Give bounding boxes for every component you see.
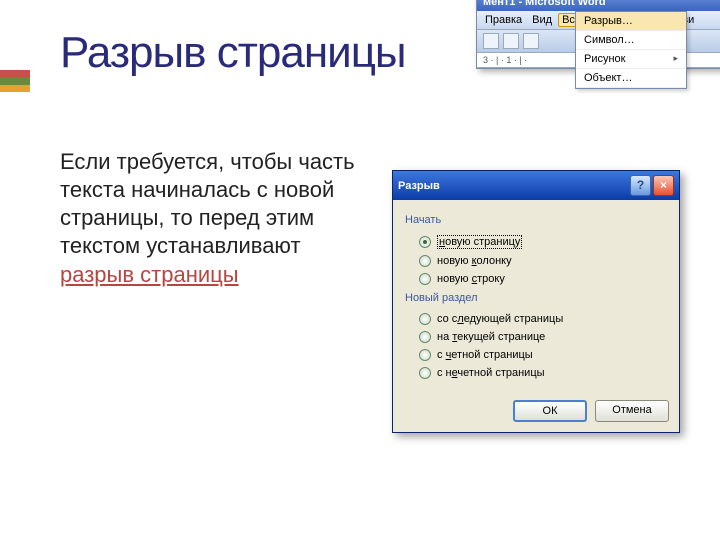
body-text-highlight: разрыв страницы [60, 262, 239, 287]
dialog-title: Разрыв [398, 180, 628, 192]
radio-current-page[interactable]: на текущей странице [419, 328, 667, 346]
ruler-text: 3 · | · 1 · | · [483, 55, 527, 65]
dialog-titlebar: Разрыв ? × [393, 171, 679, 200]
radio-odd-page[interactable]: с нечетной страницы [419, 364, 667, 382]
section-label-begin: Начать [405, 214, 667, 226]
radio-new-page[interactable]: новую страницу [419, 232, 667, 252]
radio-label: на текущей странице [437, 331, 545, 343]
toolbar-icon[interactable] [483, 33, 499, 49]
radio-icon [419, 273, 431, 285]
radio-label: со следующей страницы [437, 313, 563, 325]
word-screenshot: мент1 - Microsoft Word Правка Вид Вставк… [476, 0, 720, 69]
radio-from-next-page[interactable]: со следующей страницы [419, 310, 667, 328]
ok-button[interactable]: ОК [513, 400, 587, 422]
radio-even-page[interactable]: с четной страницы [419, 346, 667, 364]
radio-icon [419, 349, 431, 361]
radio-icon [419, 313, 431, 325]
menu-view[interactable]: Вид [528, 13, 556, 27]
radio-icon [419, 236, 431, 248]
menu-edit[interactable]: Правка [481, 13, 526, 27]
menu-item-symbol[interactable]: Символ… [576, 31, 686, 50]
break-dialog: Разрыв ? × Начать новую страницу новую к… [392, 170, 680, 433]
radio-icon [419, 331, 431, 343]
cancel-button[interactable]: Отмена [595, 400, 669, 422]
toolbar-icon[interactable] [503, 33, 519, 49]
close-button[interactable]: × [653, 175, 674, 196]
body-text: Если требуется, чтобы часть текста начин… [60, 149, 355, 258]
toolbar-icon[interactable] [523, 33, 539, 49]
slide-body-text: Если требуется, чтобы часть текста начин… [60, 148, 360, 289]
menu-item-break[interactable]: Разрыв… [576, 12, 686, 31]
menu-item-picture[interactable]: Рисунок [576, 50, 686, 69]
radio-label: новую строку [437, 273, 505, 285]
radio-icon [419, 255, 431, 267]
section-label-newsection: Новый раздел [405, 292, 667, 304]
radio-label: новую страницу [437, 235, 522, 249]
radio-label: с четной страницы [437, 349, 533, 361]
word-window-title: мент1 - Microsoft Word [477, 0, 720, 11]
radio-new-column[interactable]: новую колонку [419, 252, 667, 270]
slide-title: Разрыв страницы [60, 28, 406, 78]
insert-dropdown-menu: Разрыв… Символ… Рисунок Объект… [575, 11, 687, 89]
radio-new-line[interactable]: новую строку [419, 270, 667, 288]
help-button[interactable]: ? [630, 175, 651, 196]
slide-accent-squares [0, 70, 30, 92]
radio-label: новую колонку [437, 255, 512, 267]
radio-label: с нечетной страницы [437, 367, 545, 379]
radio-icon [419, 367, 431, 379]
menu-item-object[interactable]: Объект… [576, 69, 686, 88]
